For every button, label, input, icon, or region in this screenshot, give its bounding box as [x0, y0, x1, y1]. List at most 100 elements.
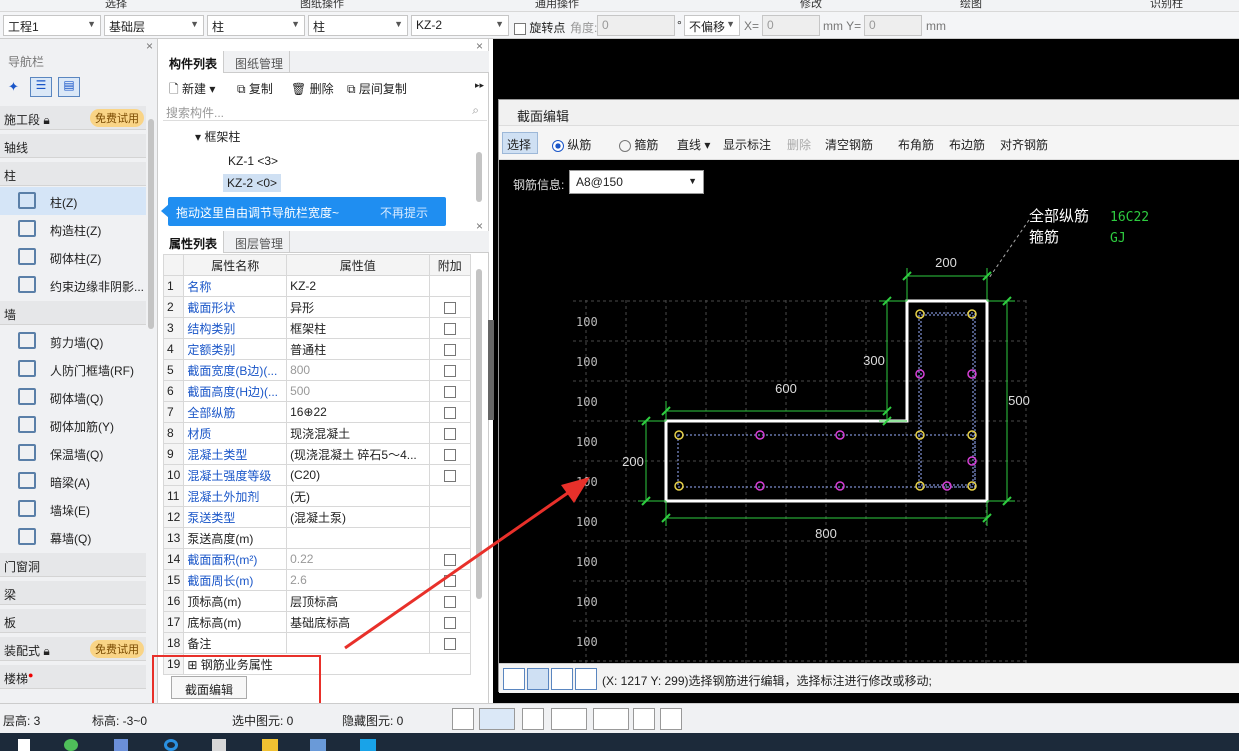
rebar-point[interactable]	[755, 481, 765, 491]
screen-icon[interactable]	[633, 708, 655, 730]
dim-300[interactable]: 300	[863, 353, 885, 368]
property-value[interactable]	[286, 632, 430, 654]
snap-endpoint-icon[interactable]	[503, 668, 525, 690]
free-trial-badge[interactable]: 免费试用	[90, 640, 144, 658]
nav-item-masonry-column[interactable]: 砌体柱(Z)	[0, 243, 146, 271]
ribbon-group-drawing-ops[interactable]: 图纸操作	[300, 0, 344, 11]
property-row[interactable]: 5 截面宽度(B边)(... 800	[162, 359, 472, 381]
property-row[interactable]: 9 混凝土类型 (现浇混凝土 碎石5～4...	[162, 443, 472, 465]
property-value[interactable]: KZ-2	[286, 275, 430, 297]
property-value[interactable]: 0.22	[286, 548, 430, 570]
angle-input[interactable]: 0	[597, 15, 675, 36]
cross-select-icon[interactable]	[522, 708, 544, 730]
dont-show-again-link[interactable]: 不再提示	[380, 204, 428, 221]
property-scrollbar[interactable]	[476, 269, 482, 599]
nav-cat-axis[interactable]: 轴线	[0, 134, 146, 158]
property-value[interactable]: (现浇混凝土 碎石5～4...	[286, 443, 430, 465]
line-mode-select[interactable]: 直线 ▾	[677, 136, 710, 153]
angle-snap-icon[interactable]	[551, 708, 587, 730]
detail-view-icon[interactable]: ▤	[58, 77, 80, 97]
nav-cat-slab[interactable]: 板	[0, 609, 146, 633]
align-rebar-button[interactable]: 对齐钢筋	[1000, 136, 1048, 153]
property-value[interactable]: 500	[286, 380, 430, 402]
more-arrow-icon[interactable]: ▸▸	[475, 80, 484, 91]
expand-icon[interactable]: ⊞	[187, 658, 200, 672]
property-row[interactable]: 1 名称 KZ-2	[162, 275, 472, 297]
notepad-icon[interactable]	[212, 739, 226, 751]
browser-icon[interactable]	[164, 739, 178, 751]
ribbon-group-identify-column[interactable]: 识别柱	[1150, 0, 1183, 11]
property-value[interactable]: (C20)	[286, 464, 430, 486]
nav-cat-beam[interactable]: 梁	[0, 581, 146, 605]
property-row[interactable]: 15 截面周长(m) 2.6	[162, 569, 472, 591]
nav-item-masonry-rebar[interactable]: 砌体加筋(Y)	[0, 411, 146, 439]
snap-perpendicular-icon[interactable]	[551, 668, 573, 690]
folder-icon[interactable]	[262, 739, 278, 751]
dim-bottom-800[interactable]: 800	[815, 526, 837, 541]
corner-rebar-button[interactable]: 布角筋	[898, 136, 934, 153]
property-row[interactable]: 13 泵送高度(m)	[162, 527, 472, 549]
dimension-snap-icon[interactable]	[593, 708, 629, 730]
close-icon[interactable]: ×	[146, 39, 153, 53]
extra-checkbox[interactable]	[443, 448, 456, 461]
curve-icon[interactable]	[660, 708, 682, 730]
nav-item-masonry-wall[interactable]: 砌体墙(Q)	[0, 383, 146, 411]
calculator-icon[interactable]	[114, 739, 128, 751]
nav-item-curtain-wall[interactable]: 幕墙(Q)	[0, 523, 146, 551]
show-dimension-button[interactable]: 显示标注	[723, 136, 771, 153]
nav-item-shear-wall[interactable]: 剪力墙(Q)	[0, 327, 146, 355]
rebar-point[interactable]	[915, 309, 925, 319]
property-row[interactable]: 10 混凝土强度等级 (C20)	[162, 464, 472, 486]
extra-checkbox[interactable]	[443, 322, 456, 335]
property-value[interactable]: 800	[286, 359, 430, 381]
delete-rebar-button[interactable]: 删除	[787, 136, 811, 153]
nav-cat-wall[interactable]: 墙	[0, 301, 146, 325]
nav-item-column[interactable]: 柱(Z)	[0, 187, 146, 215]
property-row[interactable]: 12 泵送类型 (混凝土泵)	[162, 506, 472, 528]
wechat-icon[interactable]	[64, 739, 78, 751]
windows-start-icon[interactable]	[18, 739, 30, 751]
copy-button[interactable]: ⧉ 复制	[237, 80, 273, 97]
component-item-kz2[interactable]: KZ-2 <0>	[223, 174, 282, 192]
property-value[interactable]: 16⊕22	[286, 401, 430, 423]
tree-root-frame-column[interactable]: ▾ 框架柱	[195, 128, 240, 145]
property-row[interactable]: 14 截面面积(m²) 0.22	[162, 548, 472, 570]
app-icon[interactable]	[310, 739, 326, 751]
edge-rebar-button[interactable]: 布边筋	[949, 136, 985, 153]
property-row[interactable]: 17 底标高(m) 基础底标高	[162, 611, 472, 633]
nav-item-construction-column[interactable]: 构造柱(Z)	[0, 215, 146, 243]
y-input[interactable]: 0	[864, 15, 922, 36]
expand-icon[interactable]: ✦	[8, 79, 19, 95]
extra-checkbox[interactable]	[443, 427, 456, 440]
extra-checkbox[interactable]	[443, 637, 456, 650]
property-row[interactable]: 11 混凝土外加剂 (无)	[162, 485, 472, 507]
rebar-point[interactable]	[915, 481, 925, 491]
longitudinal-radio[interactable]: 纵筋	[552, 136, 591, 153]
rebar-point[interactable]	[915, 369, 925, 379]
extra-checkbox[interactable]	[443, 553, 456, 566]
dim-600[interactable]: 600	[775, 381, 797, 396]
rebar-point[interactable]	[835, 481, 845, 491]
component-list-scrollbar[interactable]	[476, 152, 482, 202]
extra-checkbox[interactable]	[443, 406, 456, 419]
property-row[interactable]: 6 截面高度(H边)(... 500	[162, 380, 472, 402]
snap-dimension-icon[interactable]	[575, 668, 597, 690]
ortho-icon[interactable]	[452, 708, 474, 730]
property-row[interactable]: 3 结构类别 框架柱	[162, 317, 472, 339]
type-select-2[interactable]: 柱 ▼	[308, 15, 408, 36]
extra-checkbox[interactable]	[443, 574, 456, 587]
nav-cat-openings[interactable]: 门窗洞	[0, 553, 146, 577]
property-value[interactable]: 异形	[286, 296, 430, 318]
component-search-input[interactable]: 搜索构件... ⌕	[163, 101, 487, 121]
offset-select[interactable]: 不偏移 ▼	[684, 15, 740, 36]
checkbox-box[interactable]	[514, 22, 526, 35]
rotate-checkbox[interactable]: 旋转点	[514, 19, 565, 36]
property-row[interactable]: 16 顶标高(m) 层顶标高	[162, 590, 472, 612]
property-value[interactable]: 基础底标高	[286, 611, 430, 633]
floor-select[interactable]: 工程1 ▼	[3, 15, 101, 36]
component-item-kz1[interactable]: KZ-1 <3>	[225, 152, 281, 170]
floor-copy-button[interactable]: ⧉ 层间复制	[347, 80, 407, 97]
component-select[interactable]: KZ-2 ▼	[411, 15, 509, 36]
stirrup-radio[interactable]: 箍筋	[619, 136, 658, 153]
extra-checkbox[interactable]	[443, 364, 456, 377]
